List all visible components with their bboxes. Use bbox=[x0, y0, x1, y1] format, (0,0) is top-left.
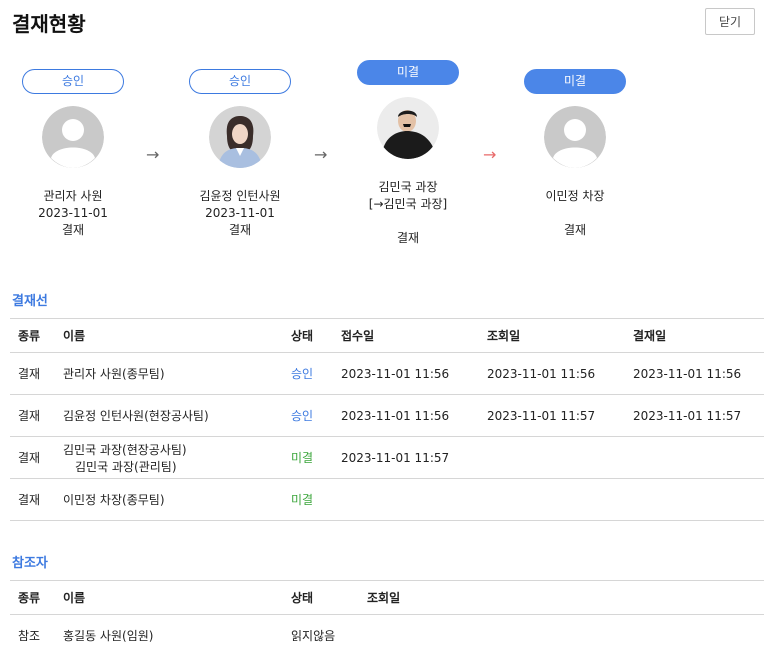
approver-delegate: [→김민국 과장] bbox=[368, 197, 448, 211]
table-header-row: 종류 이름 상태 조회일 bbox=[10, 580, 764, 615]
cell-approved: 2023-11-01 11:57 bbox=[625, 394, 764, 437]
cell-name: 이민정 차장(종무팀) bbox=[55, 478, 283, 521]
col-header-type: 종류 bbox=[10, 318, 55, 353]
cell-type: 결재 bbox=[10, 352, 55, 395]
cell-viewed bbox=[479, 436, 625, 479]
approver-name: 김민국 과장 bbox=[378, 180, 438, 194]
approver-type: 결재 bbox=[61, 223, 85, 237]
col-header-approved: 결재일 bbox=[625, 318, 764, 353]
cell-approved bbox=[625, 478, 764, 521]
arrow-right-icon: → bbox=[314, 145, 328, 164]
default-avatar-icon bbox=[544, 106, 606, 168]
col-header-viewed: 조회일 bbox=[479, 318, 625, 353]
table-row: 결재 관리자 사원(종무팀) 승인 2023-11-01 11:56 2023-… bbox=[10, 352, 764, 395]
col-header-received: 접수일 bbox=[333, 318, 479, 353]
approver-date: 2023-11-01 bbox=[205, 206, 275, 220]
page-title: 결재현황 bbox=[12, 12, 86, 36]
user-photo-icon bbox=[209, 106, 271, 168]
col-header-status: 상태 bbox=[283, 580, 359, 615]
cell-status: 미결 bbox=[283, 436, 333, 479]
approval-line-heading: 결재선 bbox=[12, 294, 48, 309]
cell-viewed bbox=[479, 478, 625, 521]
close-button[interactable]: 닫기 bbox=[705, 8, 755, 35]
cell-viewed bbox=[359, 615, 764, 648]
approver-card-1: 승인 관리자 사원 2023-11-01 결재 bbox=[3, 69, 143, 239]
cell-received: 2023-11-01 11:56 bbox=[333, 394, 479, 437]
col-header-type: 종류 bbox=[10, 580, 55, 615]
cell-received: 2023-11-01 11:57 bbox=[333, 436, 479, 479]
approver-type: 결재 bbox=[563, 223, 587, 237]
status-badge: 승인 bbox=[189, 69, 291, 94]
approval-line-table: 종류 이름 상태 접수일 조회일 결재일 결재 관리자 사원(종무팀) 승인 2… bbox=[10, 318, 764, 521]
col-header-name: 이름 bbox=[55, 318, 283, 353]
cell-name: 관리자 사원(종무팀) bbox=[55, 352, 283, 395]
references-table: 종류 이름 상태 조회일 참조 홍길동 사원(임원) 읽지않음 bbox=[10, 580, 764, 648]
cell-name: 김민국 과장(현장공사팀) 김민국 과장(관리팀) bbox=[55, 436, 283, 479]
approver-name: 이민정 차장 bbox=[545, 189, 605, 203]
arrow-right-icon: → bbox=[146, 145, 160, 164]
approver-card-2: 승인 김윤정 인턴사원 2023-11-01 결재 bbox=[170, 69, 310, 239]
approver-card-4: 미결 이민정 차장 결재 bbox=[505, 69, 645, 239]
table-row: 결재 이민정 차장(종무팀) 미결 bbox=[10, 478, 764, 521]
approver-date: 2023-11-01 bbox=[38, 206, 108, 220]
status-badge: 승인 bbox=[22, 69, 124, 94]
cell-approved: 2023-11-01 11:56 bbox=[625, 352, 764, 395]
cell-viewed: 2023-11-01 11:57 bbox=[479, 394, 625, 437]
table-header-row: 종류 이름 상태 접수일 조회일 결재일 bbox=[10, 318, 764, 353]
cell-status: 미결 bbox=[283, 478, 333, 521]
cell-received: 2023-11-01 11:56 bbox=[333, 352, 479, 395]
user-photo-icon bbox=[377, 97, 439, 159]
approver-type: 결재 bbox=[228, 223, 252, 237]
cell-status: 승인 bbox=[283, 394, 333, 437]
cell-name-primary: 김민국 과장(현장공사팀) bbox=[63, 442, 187, 457]
cell-viewed: 2023-11-01 11:56 bbox=[479, 352, 625, 395]
cell-name-delegate: 김민국 과장(관리팀) bbox=[75, 459, 177, 474]
status-badge: 미결 bbox=[524, 69, 626, 94]
approver-card-3: 미결 김민국 과장 [→김민국 과장] 결재 bbox=[338, 60, 478, 247]
cell-received bbox=[333, 478, 479, 521]
col-header-viewed: 조회일 bbox=[359, 580, 764, 615]
cell-type: 참조 bbox=[18, 629, 41, 644]
references-heading: 참조자 bbox=[12, 556, 48, 571]
approver-name: 김윤정 인턴사원 bbox=[199, 189, 281, 203]
arrow-right-icon: → bbox=[483, 145, 497, 164]
cell-type: 결재 bbox=[10, 478, 55, 521]
col-header-status: 상태 bbox=[283, 318, 333, 353]
cell-name: 김윤정 인턴사원(현장공사팀) bbox=[55, 394, 283, 437]
cell-status: 승인 bbox=[283, 352, 333, 395]
cell-status: 읽지않음 bbox=[291, 629, 336, 644]
approver-type: 결재 bbox=[396, 231, 420, 245]
cell-type: 결재 bbox=[10, 436, 55, 479]
col-header-name: 이름 bbox=[55, 580, 283, 615]
table-row: 결재 김윤정 인턴사원(현장공사팀) 승인 2023-11-01 11:56 2… bbox=[10, 394, 764, 437]
approver-name: 관리자 사원 bbox=[43, 189, 103, 203]
cell-name: 홍길동 사원(임원) bbox=[63, 629, 154, 644]
default-avatar-icon bbox=[42, 106, 104, 168]
cell-approved bbox=[625, 436, 764, 479]
table-row: 결재 김민국 과장(현장공사팀) 김민국 과장(관리팀) 미결 2023-11-… bbox=[10, 436, 764, 479]
cell-type: 결재 bbox=[10, 394, 55, 437]
status-badge: 미결 bbox=[357, 60, 459, 85]
table-row: 참조 홍길동 사원(임원) 읽지않음 bbox=[10, 615, 764, 648]
